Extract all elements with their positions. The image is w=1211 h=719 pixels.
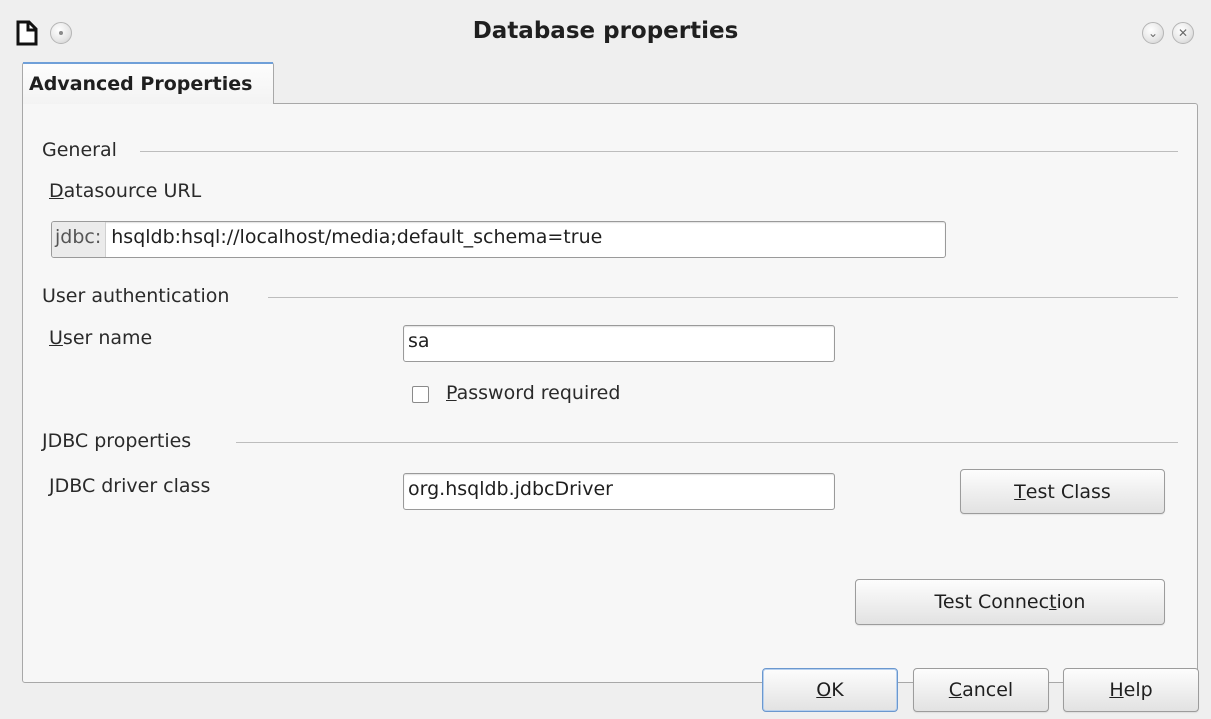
tab-advanced-properties[interactable]: Advanced Properties (22, 62, 274, 104)
test-class-button[interactable]: Test Class (960, 469, 1165, 514)
test-connection-button[interactable]: Test Connec t ion (855, 579, 1165, 625)
ok-button[interactable]: OK (762, 668, 898, 712)
window-title: Database properties (472, 18, 739, 44)
datasource-url-label: Datasource URL (49, 180, 202, 202)
jdbc-driver-label: JDBC driver class (49, 475, 211, 497)
password-required-checkbox[interactable] (412, 386, 429, 403)
jdbc-driver-field[interactable]: org.hsqldb.jdbcDriver (403, 473, 835, 510)
url-prefix: jdbc: (52, 222, 107, 257)
help-button[interactable]: Help (1063, 668, 1199, 712)
section-user-auth-title: User authentication (42, 285, 230, 307)
password-required-label[interactable]: Password required (446, 382, 620, 404)
section-divider (268, 297, 1178, 298)
tab-active-indicator (23, 62, 273, 64)
user-name-field[interactable]: sa (403, 325, 835, 362)
minimize-icon[interactable]: ⌄ (1142, 22, 1164, 44)
cancel-button[interactable]: Cancel (913, 668, 1049, 712)
section-general-title: General (42, 139, 117, 161)
section-divider (236, 442, 1178, 443)
section-divider (140, 151, 1178, 152)
close-icon[interactable]: ✕ (1172, 22, 1194, 44)
datasource-url-field[interactable]: jdbc: hsqldb:hsql://localhost/media;defa… (51, 221, 946, 258)
tab-label: Advanced Properties (29, 73, 253, 95)
url-value: hsqldb:hsql://localhost/media;default_sc… (111, 226, 603, 248)
section-jdbc-title: JDBC properties (42, 430, 192, 452)
user-name-label: User name (49, 327, 153, 349)
